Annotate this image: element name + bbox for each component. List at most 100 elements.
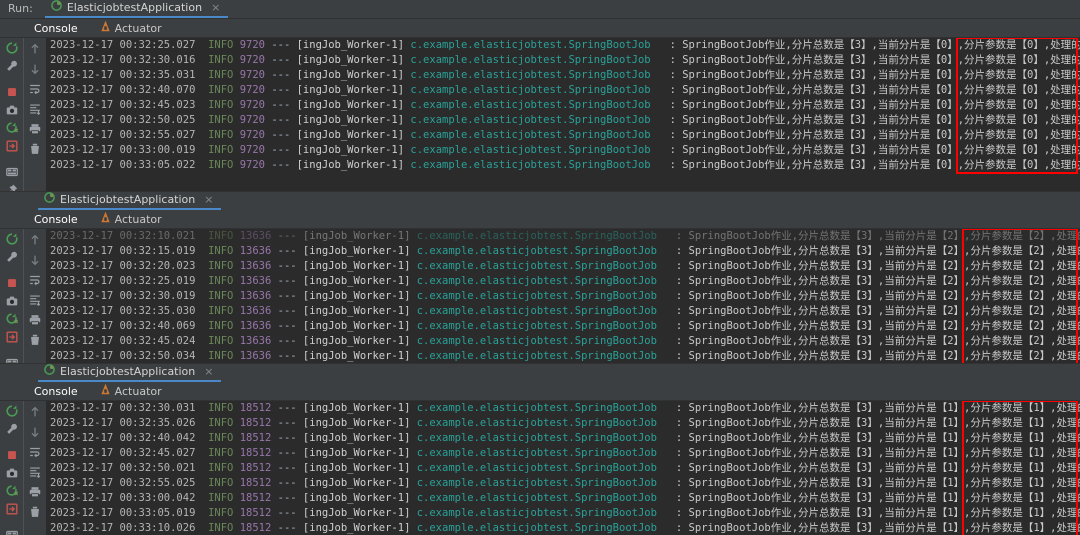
run-tool-window: Run: ElasticjobtestApplication × Console… [0, 0, 1080, 535]
log-separator: --- [277, 417, 297, 429]
arrow-down-icon[interactable] [26, 424, 44, 440]
log-line: 2023-12-17 00:33:05.022 INFO 9720 --- [i… [50, 158, 1080, 173]
log-level: INFO [208, 69, 234, 81]
rerun-failed-icon[interactable] [3, 121, 21, 135]
log-level: INFO [208, 462, 234, 474]
close-icon[interactable]: × [204, 365, 213, 378]
tab-console-1[interactable]: Console [30, 21, 82, 36]
arrow-up-icon[interactable] [26, 41, 44, 57]
run-tab-elasticjobtestapplication[interactable]: ElasticjobtestApplication × [44, 0, 229, 18]
camera-icon[interactable] [3, 103, 21, 117]
rerun-failed-icon[interactable] [3, 484, 21, 498]
log-line: 2023-12-17 00:32:35.030 INFO 13636 --- [… [50, 304, 1080, 319]
log-timestamp: 2023-12-17 00:32:40.069 [50, 320, 196, 332]
soft-wrap-icon[interactable] [26, 444, 44, 460]
log-pid: 13636 [239, 335, 272, 347]
exit-icon[interactable] [3, 139, 21, 153]
tab-console-3[interactable]: Console [30, 384, 82, 399]
console-output-3[interactable]: 2023-12-17 00:32:30.031 INFO 18512 --- [… [46, 401, 1080, 535]
log-line: 2023-12-17 00:32:30.019 INFO 13636 --- [… [50, 289, 1080, 304]
log-line: 2023-12-17 00:32:30.031 INFO 18512 --- [… [50, 401, 1080, 416]
log-pid: 9720 [239, 159, 265, 171]
arrow-up-icon[interactable] [26, 404, 44, 420]
close-icon[interactable]: × [204, 193, 213, 206]
log-level: INFO [208, 230, 234, 242]
wrench-icon[interactable] [3, 422, 21, 436]
scroll-to-end-icon[interactable] [26, 101, 44, 117]
log-pid: 13636 [239, 290, 272, 302]
stop-icon[interactable] [3, 448, 21, 462]
pin-icon[interactable] [3, 183, 21, 191]
spring-boot-run-icon [44, 364, 55, 378]
rerun-failed-icon[interactable] [3, 312, 21, 326]
log-pid: 13636 [239, 275, 272, 287]
log-logger: c.example.elasticjobtest.SpringBootJob [416, 320, 657, 332]
stop-icon[interactable] [3, 85, 21, 99]
tab-actuator-3[interactable]: Actuator [96, 383, 166, 399]
print-icon[interactable] [26, 484, 44, 500]
tab-actuator-2[interactable]: Actuator [96, 211, 166, 227]
rerun-icon[interactable] [3, 404, 21, 418]
log-timestamp: 2023-12-17 00:32:15.019 [50, 245, 196, 257]
log-timestamp: 2023-12-17 00:32:30.019 [50, 290, 196, 302]
log-message: : SpringBootJob作业,分片总数是【3】,当前分片是【1】 [675, 522, 965, 534]
layout-icon[interactable] [3, 356, 21, 363]
log-thread: [ingJob_Worker-1] [296, 39, 405, 51]
rerun-icon[interactable] [3, 232, 21, 246]
trash-icon[interactable] [26, 504, 44, 520]
close-icon[interactable]: × [211, 1, 220, 14]
log-logger: c.example.elasticjobtest.SpringBootJob [416, 402, 657, 414]
log-message: : SpringBootJob作业,分片总数是【3】,当前分片是【0】 [669, 129, 958, 141]
arrow-down-icon[interactable] [26, 61, 44, 77]
camera-icon[interactable] [3, 294, 21, 308]
log-separator: --- [271, 144, 291, 156]
trash-icon[interactable] [26, 332, 44, 348]
log-level: INFO [208, 84, 234, 96]
log-timestamp: 2023-12-17 00:32:35.026 [50, 417, 196, 429]
stop-icon[interactable] [3, 276, 21, 290]
wrench-icon[interactable] [3, 59, 21, 73]
panel-tab-elasticjobtestapplication-2[interactable]: ElasticjobtestApplication × [38, 191, 222, 210]
soft-wrap-icon[interactable] [26, 272, 44, 288]
log-message: : SpringBootJob作业,分片总数是【3】,当前分片是【1】 [675, 417, 965, 429]
log-separator: --- [277, 290, 297, 302]
spring-boot-run-icon [44, 192, 55, 206]
soft-wrap-icon[interactable] [26, 81, 44, 97]
panel-tab-elasticjobtestapplication-3[interactable]: ElasticjobtestApplication × [38, 363, 222, 382]
layout-icon[interactable] [3, 528, 21, 535]
console-output-1[interactable]: 2023-12-17 00:32:25.027 INFO 9720 --- [i… [46, 38, 1080, 191]
tab-actuator-1[interactable]: Actuator [96, 20, 166, 36]
log-line: 2023-12-17 00:32:30.016 INFO 9720 --- [i… [50, 53, 1080, 68]
camera-icon[interactable] [3, 466, 21, 480]
rerun-icon[interactable] [3, 41, 21, 55]
console-output-2[interactable]: 2023-12-17 00:32:10.021 INFO 13636 --- [… [46, 229, 1080, 363]
console-gutter-primary-1 [0, 38, 23, 191]
log-separator: --- [271, 159, 291, 171]
log-logger: c.example.elasticjobtest.SpringBootJob [416, 245, 657, 257]
log-separator: --- [277, 350, 297, 362]
trash-icon[interactable] [26, 141, 44, 157]
arrow-down-icon[interactable] [26, 252, 44, 268]
layout-icon[interactable] [3, 165, 21, 179]
tab-console-2[interactable]: Console [30, 212, 82, 227]
exit-icon[interactable] [3, 502, 21, 516]
log-separator: --- [277, 432, 297, 444]
arrow-up-icon[interactable] [26, 232, 44, 248]
scroll-to-end-icon[interactable] [26, 464, 44, 480]
exit-icon[interactable] [3, 330, 21, 344]
log-level: INFO [208, 432, 234, 444]
print-icon[interactable] [26, 121, 44, 137]
wrench-icon[interactable] [3, 250, 21, 264]
log-timestamp: 2023-12-17 00:32:25.019 [50, 275, 196, 287]
scroll-to-end-icon[interactable] [26, 292, 44, 308]
print-icon[interactable] [26, 312, 44, 328]
log-thread: [ingJob_Worker-1] [296, 54, 405, 66]
log-line: 2023-12-17 00:32:10.021 INFO 13636 --- [… [50, 229, 1080, 244]
log-message: : SpringBootJob作业,分片总数是【3】,当前分片是【1】 [675, 447, 965, 459]
log-message-highlighted: ,分片参数是【1】,处理的数据 date=【1,4,7,】 [964, 432, 1080, 444]
log-thread: [ingJob_Worker-1] [302, 522, 411, 534]
log-timestamp: 2023-12-17 00:33:05.019 [50, 507, 196, 519]
log-timestamp: 2023-12-17 00:32:50.025 [50, 114, 196, 126]
log-message: : SpringBootJob作业,分片总数是【3】,当前分片是【2】 [675, 305, 965, 317]
log-message: : SpringBootJob作业,分片总数是【3】,当前分片是【1】 [675, 477, 965, 489]
